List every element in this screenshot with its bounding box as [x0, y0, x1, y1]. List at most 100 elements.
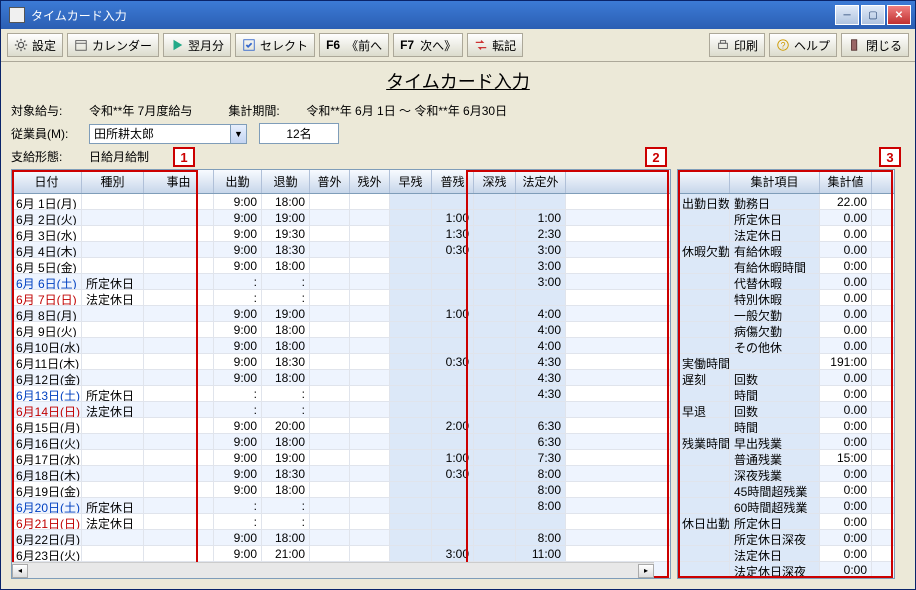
cell[interactable]: [516, 290, 566, 305]
cell[interactable]: 18:00: [262, 482, 310, 497]
cell[interactable]: [144, 466, 214, 481]
cell[interactable]: [82, 242, 144, 257]
cell[interactable]: [310, 290, 350, 305]
cell[interactable]: 9:00: [214, 546, 262, 561]
cell[interactable]: [310, 514, 350, 529]
cell[interactable]: [144, 434, 214, 449]
summary-row[interactable]: 休暇欠勤有給休暇0.00: [678, 242, 894, 258]
cell[interactable]: [310, 482, 350, 497]
cell[interactable]: 2:30: [516, 226, 566, 241]
cell[interactable]: 18:00: [262, 338, 310, 353]
cell[interactable]: [350, 530, 390, 545]
cell[interactable]: 9:00: [214, 258, 262, 273]
cell[interactable]: [144, 226, 214, 241]
cell[interactable]: 19:00: [262, 306, 310, 321]
cell[interactable]: 6月 5日(金): [12, 258, 82, 273]
cell[interactable]: [474, 290, 516, 305]
cell[interactable]: 0:30: [432, 466, 474, 481]
cell[interactable]: 11:00: [516, 546, 566, 561]
cell[interactable]: 6月19日(金): [12, 482, 82, 497]
cell[interactable]: [144, 386, 214, 401]
cell[interactable]: 6月16日(火): [12, 434, 82, 449]
cell[interactable]: [310, 194, 350, 209]
cell[interactable]: [310, 306, 350, 321]
cell[interactable]: [310, 338, 350, 353]
cell[interactable]: 9:00: [214, 466, 262, 481]
cell[interactable]: [310, 434, 350, 449]
cell[interactable]: 1:00: [432, 210, 474, 225]
help-button[interactable]: ?ヘルプ: [769, 33, 837, 57]
cell[interactable]: 6月17日(水): [12, 450, 82, 465]
summary-row[interactable]: 休日出勤所定休日0:00: [678, 514, 894, 530]
summary-row[interactable]: 法定休日0:00: [678, 546, 894, 562]
cell[interactable]: [144, 482, 214, 497]
cell[interactable]: [474, 498, 516, 513]
cell[interactable]: 所定休日: [82, 274, 144, 289]
cell[interactable]: [390, 242, 432, 257]
cell[interactable]: :: [214, 290, 262, 305]
print-button[interactable]: 印刷: [709, 33, 765, 57]
cell[interactable]: [144, 194, 214, 209]
cell[interactable]: [474, 322, 516, 337]
h-scrollbar[interactable]: ◂ ▸: [12, 562, 654, 578]
summary-row[interactable]: 法定休日0.00: [678, 226, 894, 242]
cell[interactable]: [474, 354, 516, 369]
cell[interactable]: [144, 546, 214, 561]
cell[interactable]: [432, 514, 474, 529]
cell[interactable]: 9:00: [214, 242, 262, 257]
cell[interactable]: [474, 386, 516, 401]
cell[interactable]: 6月 8日(月): [12, 306, 82, 321]
cell[interactable]: [432, 530, 474, 545]
cell[interactable]: 6月12日(金): [12, 370, 82, 385]
cell[interactable]: [310, 258, 350, 273]
col-header[interactable]: [678, 170, 730, 193]
cell[interactable]: [390, 402, 432, 417]
cell[interactable]: 4:30: [516, 370, 566, 385]
cell[interactable]: 法定休日: [82, 514, 144, 529]
cell[interactable]: [432, 322, 474, 337]
cell[interactable]: [82, 530, 144, 545]
cell[interactable]: [82, 338, 144, 353]
table-row[interactable]: 6月11日(木)9:0018:300:304:30: [12, 354, 670, 370]
cell[interactable]: [350, 194, 390, 209]
cell[interactable]: [390, 258, 432, 273]
cell[interactable]: [144, 274, 214, 289]
cell[interactable]: [474, 466, 516, 481]
cell[interactable]: [350, 434, 390, 449]
cell[interactable]: 6月23日(火): [12, 546, 82, 561]
table-row[interactable]: 6月20日(土)所定休日::8:00: [12, 498, 670, 514]
cell[interactable]: 6月 7日(日): [12, 290, 82, 305]
cell[interactable]: 18:00: [262, 258, 310, 273]
col-header[interactable]: 事由: [144, 170, 214, 193]
cell[interactable]: [474, 210, 516, 225]
col-header[interactable]: 種別: [82, 170, 144, 193]
table-row[interactable]: 6月 4日(木)9:0018:300:303:00: [12, 242, 670, 258]
cell[interactable]: 1:00: [432, 450, 474, 465]
cell[interactable]: [82, 354, 144, 369]
summary-row[interactable]: 残業時間早出残業0:00: [678, 434, 894, 450]
cell[interactable]: [390, 434, 432, 449]
cell[interactable]: :: [214, 386, 262, 401]
table-row[interactable]: 6月21日(日)法定休日::: [12, 514, 670, 530]
summary-row[interactable]: 遅刻回数0.00: [678, 370, 894, 386]
cell[interactable]: [474, 482, 516, 497]
cell[interactable]: 6月 9日(火): [12, 322, 82, 337]
cell[interactable]: 6月20日(土): [12, 498, 82, 513]
table-row[interactable]: 6月16日(火)9:0018:006:30: [12, 434, 670, 450]
cell[interactable]: [432, 402, 474, 417]
col-header[interactable]: 普外: [310, 170, 350, 193]
cell[interactable]: [390, 466, 432, 481]
col-header[interactable]: 残外: [350, 170, 390, 193]
cell[interactable]: [144, 514, 214, 529]
scroll-right-icon[interactable]: ▸: [638, 564, 654, 578]
cell[interactable]: [310, 450, 350, 465]
table-row[interactable]: 6月 3日(水)9:0019:301:302:30: [12, 226, 670, 242]
table-row[interactable]: 6月 8日(月)9:0019:001:004:00: [12, 306, 670, 322]
cell[interactable]: [390, 546, 432, 561]
cell[interactable]: [474, 546, 516, 561]
cell[interactable]: [390, 274, 432, 289]
cell[interactable]: [390, 290, 432, 305]
cell[interactable]: [350, 322, 390, 337]
cell[interactable]: :: [262, 514, 310, 529]
cell[interactable]: [474, 194, 516, 209]
